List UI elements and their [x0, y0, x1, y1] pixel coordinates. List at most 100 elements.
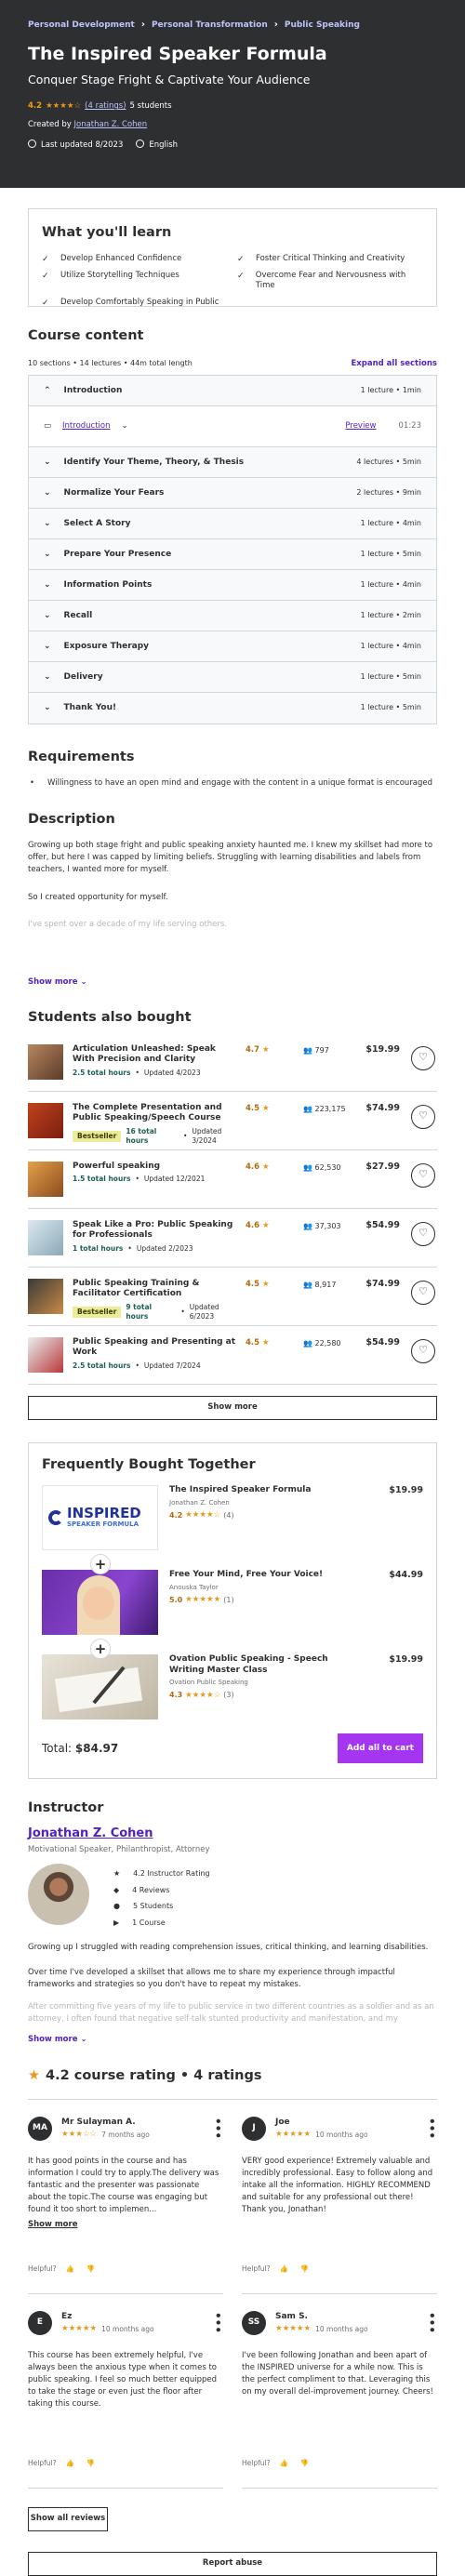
course-card[interactable]: Powerful speaking 1.5 total hours • Update… [28, 1150, 437, 1209]
breadcrumb: Personal Development › Personal Transfor… [28, 19, 437, 32]
wishlist-heart-icon[interactable]: ♡ [411, 1221, 435, 1246]
learn-item: ✓ Develop Enhanced Confidence [42, 253, 182, 264]
chevron-down-icon: ⌄ [44, 487, 51, 498]
star-rating-icon: ★★★★★ [185, 1595, 221, 1605]
section-row[interactable]: ⌄ Normalize Your Fears 2 lectures • 9min [29, 478, 436, 510]
more-options-icon[interactable]: ••• [425, 2312, 438, 2333]
lecture-link[interactable]: Introduction [62, 421, 110, 432]
star-rating-icon: ★★★☆☆ [61, 2129, 98, 2139]
section-row[interactable]: ⌄ Exposure Therapy 1 lecture • 4min [29, 631, 436, 663]
more-options-icon[interactable]: ••• [211, 2118, 224, 2139]
star-rating-icon: ★★★★★ [61, 2323, 98, 2333]
breadcrumb-public-speaking[interactable]: Public Speaking [285, 20, 360, 31]
show-all-reviews-button[interactable]: Show all reviews [28, 2506, 108, 2531]
course-price: $54.99 [365, 1219, 400, 1230]
breadcrumb-personal-transformation[interactable]: Personal Transformation [152, 20, 268, 31]
course-rating: 4.7 ★ [246, 1044, 270, 1055]
ratings-count-link[interactable]: (4 ratings) [85, 101, 126, 112]
author-link[interactable]: Jonathan Z. Cohen [73, 120, 147, 129]
check-icon: ✓ [237, 254, 245, 264]
chevron-down-icon: ⌄ [80, 977, 87, 988]
course-card[interactable]: Speak Like a Pro: Public Speaking for Pr… [28, 1209, 437, 1268]
bundle-author: Jonathan Z. Cohen [169, 1498, 230, 1507]
thumbs-down-icon[interactable]: 👎 [299, 2458, 312, 2471]
thumbs-up-icon[interactable]: 👍 [64, 2264, 77, 2277]
course-updated: Updated 7/2024 [143, 1361, 201, 1370]
section-row[interactable]: ⌄ Information Points 1 lecture • 4min [29, 570, 436, 602]
bestseller-badge: Bestseller [73, 1130, 122, 1143]
star-rating-icon: ★★★★☆ [46, 101, 82, 112]
avatar[interactable] [28, 1863, 89, 1925]
bundle-price: $19.99 [389, 1654, 423, 1666]
section-row[interactable]: ⌄ Identify Your Theme, Theory, & Thesis 4 … [29, 447, 436, 479]
section-row[interactable]: ⌄ Delivery 1 lecture • 5min [29, 662, 436, 694]
course-thumbnail [28, 1219, 63, 1255]
star-icon: ★ [113, 1868, 121, 1878]
review-date: 10 months ago [315, 2324, 368, 2333]
bundle-item[interactable]: Ovation Public Speaking - Speech Writing… [42, 1654, 423, 1730]
section-row[interactable]: ⌄ Select A Story 1 lecture • 4min [29, 509, 436, 540]
description-show-more-button[interactable]: Show more ⌄ [28, 977, 437, 988]
instructor: Instructor Jonathan Z. Cohen Motivationa… [28, 1799, 437, 2045]
course-price: $54.99 [365, 1336, 400, 1348]
thumbs-up-icon[interactable]: 👍 [278, 2264, 291, 2277]
section-row[interactable]: ⌄ Recall 1 lecture • 2min [29, 601, 436, 632]
reviewer-name: Ez [61, 2311, 73, 2321]
review-show-more-button[interactable]: Show more [28, 2220, 223, 2230]
course-card[interactable]: Public Speaking Training & Facilitator C… [28, 1268, 437, 1326]
course-card[interactable]: The Complete Presentation and Public Spe… [28, 1092, 437, 1150]
wishlist-heart-icon[interactable]: ♡ [411, 1338, 435, 1363]
wishlist-heart-icon[interactable]: ♡ [411, 1045, 435, 1070]
description-paragraph: So I created opportunity for myself. [28, 893, 168, 903]
course-thumbnail [42, 1654, 158, 1720]
more-options-icon[interactable]: ••• [425, 2118, 438, 2139]
instructor-name-link[interactable]: Jonathan Z. Cohen [28, 1826, 437, 1842]
bio-show-more-button[interactable]: Show more ⌄ [28, 2035, 437, 2045]
section-row-introduction[interactable]: ⌃ Introduction 1 lecture • 1min [29, 376, 436, 407]
add-all-to-cart-button[interactable]: Add all to cart [337, 1733, 423, 1764]
star-icon: ★ [262, 1044, 270, 1055]
course-updated: Updated 3/2024 [192, 1126, 222, 1146]
bundle-item[interactable]: INSPIRED SPEAKER FORMULA The Inspired Spe… [42, 1485, 423, 1575]
helpful-label: Helpful? [242, 2264, 271, 2274]
chevron-down-icon: ⌄ [44, 703, 51, 713]
reviewer-name: Sam S. [275, 2311, 308, 2321]
thumbs-up-icon[interactable]: 👍 [278, 2458, 291, 2471]
report-abuse-button[interactable]: Report abuse [28, 2551, 437, 2576]
show-more-courses-button[interactable]: Show more [28, 1395, 437, 1420]
bundle-item[interactable]: Free Your Mind, Free Your Voice! Anouska … [42, 1570, 423, 1660]
more-options-icon[interactable]: ••• [211, 2312, 224, 2333]
section-title: What you'll learn [42, 225, 172, 240]
thumbs-down-icon[interactable]: 👎 [85, 2458, 98, 2471]
section-row[interactable]: ⌄ Prepare Your Presence 1 lecture • 5min [29, 539, 436, 571]
wishlist-heart-icon[interactable]: ♡ [411, 1162, 435, 1188]
check-icon: ✓ [42, 254, 49, 264]
thumbs-down-icon[interactable]: 👎 [299, 2264, 312, 2277]
instructor-role: Motivational Speaker, Philanthropist, At… [28, 1845, 210, 1855]
description-paragraph: Growing up both stage fright and public … [28, 840, 433, 874]
students-count: 5 students [129, 101, 172, 112]
bundle-total: Total: $84.97 [42, 1742, 119, 1756]
star-rating-icon: ★★★★★ [275, 2129, 312, 2139]
play-icon: ▶ [113, 1919, 120, 1928]
course-card[interactable]: Public Speaking and Presenting at Work 2… [28, 1326, 437, 1385]
thumbs-up-icon[interactable]: 👍 [64, 2458, 77, 2471]
check-icon: ✓ [237, 271, 245, 281]
preview-link[interactable]: Preview [345, 421, 376, 432]
review-date: 10 months ago [101, 2324, 154, 2333]
lecture-row: ▭ Introduction ⌄ Preview 01:23 [29, 406, 436, 448]
review-date: 10 months ago [315, 2130, 368, 2139]
course-card[interactable]: Articulation Unleashed: Speak With Preci… [28, 1033, 437, 1092]
wishlist-heart-icon[interactable]: ♡ [411, 1104, 435, 1129]
chevron-down-icon[interactable]: ⌄ [122, 421, 128, 432]
course-thumbnail [28, 1043, 63, 1080]
section-title: Students also bought [28, 1009, 192, 1025]
expand-all-button[interactable]: Expand all sections [351, 359, 437, 369]
globe-icon [136, 139, 145, 149]
section-row[interactable]: ⌄ Thank You! 1 lecture • 5min [29, 693, 436, 724]
instructor-stats: ★ 4.2 Instructor Rating ◆ 4 Reviews ● 5 Stu… [113, 1868, 210, 1928]
breadcrumb-personal-development[interactable]: Personal Development [28, 20, 135, 31]
wishlist-heart-icon[interactable]: ♡ [411, 1280, 435, 1305]
thumbs-down-icon[interactable]: 👎 [85, 2264, 98, 2277]
course-rating: 4.5 ★ [246, 1337, 270, 1348]
